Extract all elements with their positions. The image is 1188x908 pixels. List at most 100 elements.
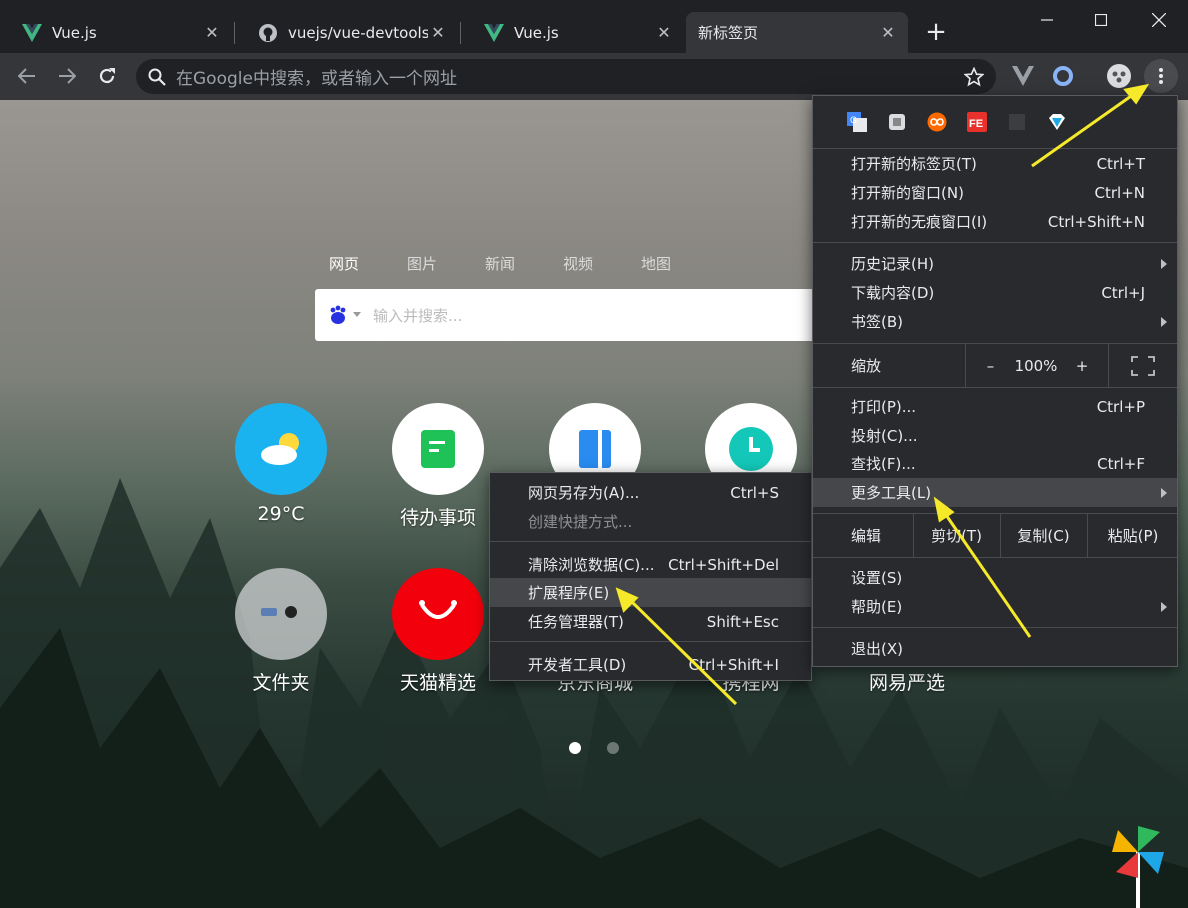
submenu-arrow-icon [1161, 601, 1167, 612]
menu-kebab-icon[interactable] [1144, 59, 1178, 93]
new-tab-button[interactable]: + [922, 18, 950, 46]
tab-strip: Vue.js ✕ vuejs/vue-devtools: ✕ Vue.js ✕ … [0, 0, 1188, 53]
page-dot-active[interactable] [569, 742, 581, 754]
google-translate-icon[interactable]: G [847, 112, 867, 132]
tab-close-icon[interactable]: ✕ [428, 23, 448, 42]
baidu-paw-icon[interactable] [327, 304, 349, 326]
tab-close-icon[interactable]: ✕ [654, 23, 674, 42]
menu-item-devtools[interactable]: 开发者工具(D) Ctrl+Shift+I [490, 650, 811, 679]
cut-button[interactable]: 剪切(T) [914, 514, 999, 557]
infinity-icon[interactable] [927, 112, 947, 132]
menu-extension-row: G FE [813, 96, 1177, 148]
menu-item-save-page[interactable]: 网页另存为(A)... Ctrl+S [490, 478, 811, 507]
menu-cell-divider [1108, 344, 1109, 387]
menu-separator [813, 627, 1177, 628]
menu-separator [490, 641, 811, 642]
vue-logo-icon [484, 23, 504, 42]
vue-devtools-extension-icon[interactable] [1010, 63, 1036, 89]
submenu-arrow-icon [1161, 316, 1167, 327]
tile-tmall[interactable]: 天猫精选 [392, 568, 484, 695]
zoom-in-button[interactable]: + [1067, 344, 1097, 387]
window-close-icon[interactable] [1136, 4, 1182, 36]
search-tab-maps[interactable]: 地图 [641, 253, 719, 274]
search-tab-news[interactable]: 新闻 [485, 253, 563, 274]
tile-label: 天猫精选 [399, 672, 476, 694]
omnibox-placeholder: 在Google中搜索，或者输入一个网址 [176, 69, 457, 89]
menu-item-cast[interactable]: 投射(C)... [813, 421, 1177, 450]
extension-puzzle-icon[interactable] [887, 112, 907, 132]
bookmark-star-icon[interactable] [964, 67, 984, 87]
menu-row-zoom: 缩放 – 100% + [813, 344, 1177, 387]
menu-item-history[interactable]: 历史记录(H) [813, 249, 1177, 278]
submenu-arrow-icon [1161, 487, 1167, 498]
menu-item-extensions[interactable]: 扩展程序(E) [490, 578, 811, 607]
tile-label: 29°C [257, 503, 305, 525]
back-icon[interactable] [12, 61, 42, 91]
paste-button[interactable]: 粘贴(P) [1088, 514, 1178, 557]
copy-button[interactable]: 复制(C) [1001, 514, 1086, 557]
svg-text:G: G [850, 115, 857, 125]
menu-item-downloads[interactable]: 下载内容(D) Ctrl+J [813, 278, 1177, 307]
maximize-icon[interactable] [1078, 4, 1124, 36]
menu-item-find[interactable]: 查找(F)... Ctrl+F [813, 449, 1177, 478]
tab-title: Vue.js [52, 23, 97, 42]
tab-vuejs-1[interactable]: Vue.js ✕ [0, 12, 232, 53]
menu-item-help[interactable]: 帮助(E) [813, 592, 1177, 621]
tab-vuejs-2[interactable]: Vue.js ✕ [462, 12, 684, 53]
folder-icon [235, 568, 327, 660]
diamond-icon[interactable] [1047, 112, 1067, 132]
omnibox[interactable]: 在Google中搜索，或者输入一个网址 [136, 59, 996, 94]
forward-icon[interactable] [52, 61, 82, 91]
search-tab-web[interactable]: 网页 [329, 253, 407, 274]
page-search-placeholder: 输入并搜索... [373, 306, 463, 325]
profile-avatar[interactable] [1106, 63, 1132, 89]
page-dot[interactable] [607, 742, 619, 754]
tab-new-tab[interactable]: 新标签页 ✕ [686, 12, 908, 53]
menu-separator [813, 242, 1177, 243]
menu-item-clear-data[interactable]: 清除浏览数据(C)... Ctrl+Shift+Del [490, 550, 811, 579]
menu-cell-divider [965, 344, 966, 387]
fe-helper-icon[interactable]: FE [967, 112, 987, 132]
menu-item-new-window[interactable]: 打开新的窗口(N) Ctrl+N [813, 178, 1177, 207]
tile-label: 网易严选 [868, 672, 945, 694]
tab-close-icon[interactable]: ✕ [202, 23, 222, 42]
search-tab-images[interactable]: 图片 [407, 253, 485, 274]
svg-text:FE: FE [969, 118, 983, 130]
github-icon [259, 23, 277, 42]
more-tools-submenu: 网页另存为(A)... Ctrl+S 创建快捷方式... 清除浏览数据(C)...… [489, 472, 812, 681]
menu-item-incognito[interactable]: 打开新的无痕窗口(I) Ctrl+Shift+N [813, 207, 1177, 236]
menu-item-settings[interactable]: 设置(S) [813, 563, 1177, 592]
menu-item-exit[interactable]: 退出(X) [813, 634, 1177, 663]
toolbar: 在Google中搜索，或者输入一个网址 [0, 53, 1188, 100]
tab-title: vuejs/vue-devtools: [288, 23, 428, 42]
chrome-main-menu: G FE 打开新的标签页(T) Ctrl+T 打开新的窗口(N) Ctrl+N 打开… [812, 95, 1178, 667]
menu-item-more-tools[interactable]: 更多工具(L) [813, 478, 1177, 507]
menu-item-print[interactable]: 打印(P)... Ctrl+P [813, 392, 1177, 421]
tile-label: 文件夹 [252, 672, 310, 694]
tab-vue-devtools[interactable]: vuejs/vue-devtools: ✕ [236, 12, 458, 53]
pinwheel-logo-icon[interactable] [1108, 822, 1168, 908]
extension-ring-icon[interactable] [1050, 63, 1076, 89]
tab-divider [460, 22, 461, 44]
zoom-out-button[interactable]: – [973, 344, 1008, 387]
menu-item-task-manager[interactable]: 任务管理器(T) Shift+Esc [490, 607, 811, 636]
minimize-icon[interactable] [1024, 4, 1070, 36]
tile-folder[interactable]: 文件夹 [235, 568, 327, 695]
fullscreen-icon[interactable] [1123, 344, 1163, 387]
tile-label: 待办事项 [399, 507, 476, 529]
tab-title: 新标签页 [698, 24, 759, 42]
menu-item-new-tab[interactable]: 打开新的标签页(T) Ctrl+T [813, 149, 1177, 178]
search-icon [148, 68, 166, 86]
tab-close-icon[interactable]: ✕ [878, 23, 898, 42]
menu-separator [813, 387, 1177, 388]
tile-todo[interactable]: 待办事项 [392, 403, 484, 530]
tile-weather[interactable]: 29°C [235, 403, 327, 525]
zoom-level: 100% [1014, 356, 1058, 375]
reload-icon[interactable] [92, 61, 122, 91]
dimmed-extension-icon[interactable] [1007, 112, 1027, 132]
page-search-input[interactable]: 输入并搜索... [315, 289, 815, 341]
search-tab-video[interactable]: 视频 [563, 253, 641, 274]
menu-item-bookmarks[interactable]: 书签(B) [813, 307, 1177, 336]
submenu-arrow-icon [1161, 258, 1167, 269]
engine-dropdown-icon[interactable] [353, 312, 361, 318]
